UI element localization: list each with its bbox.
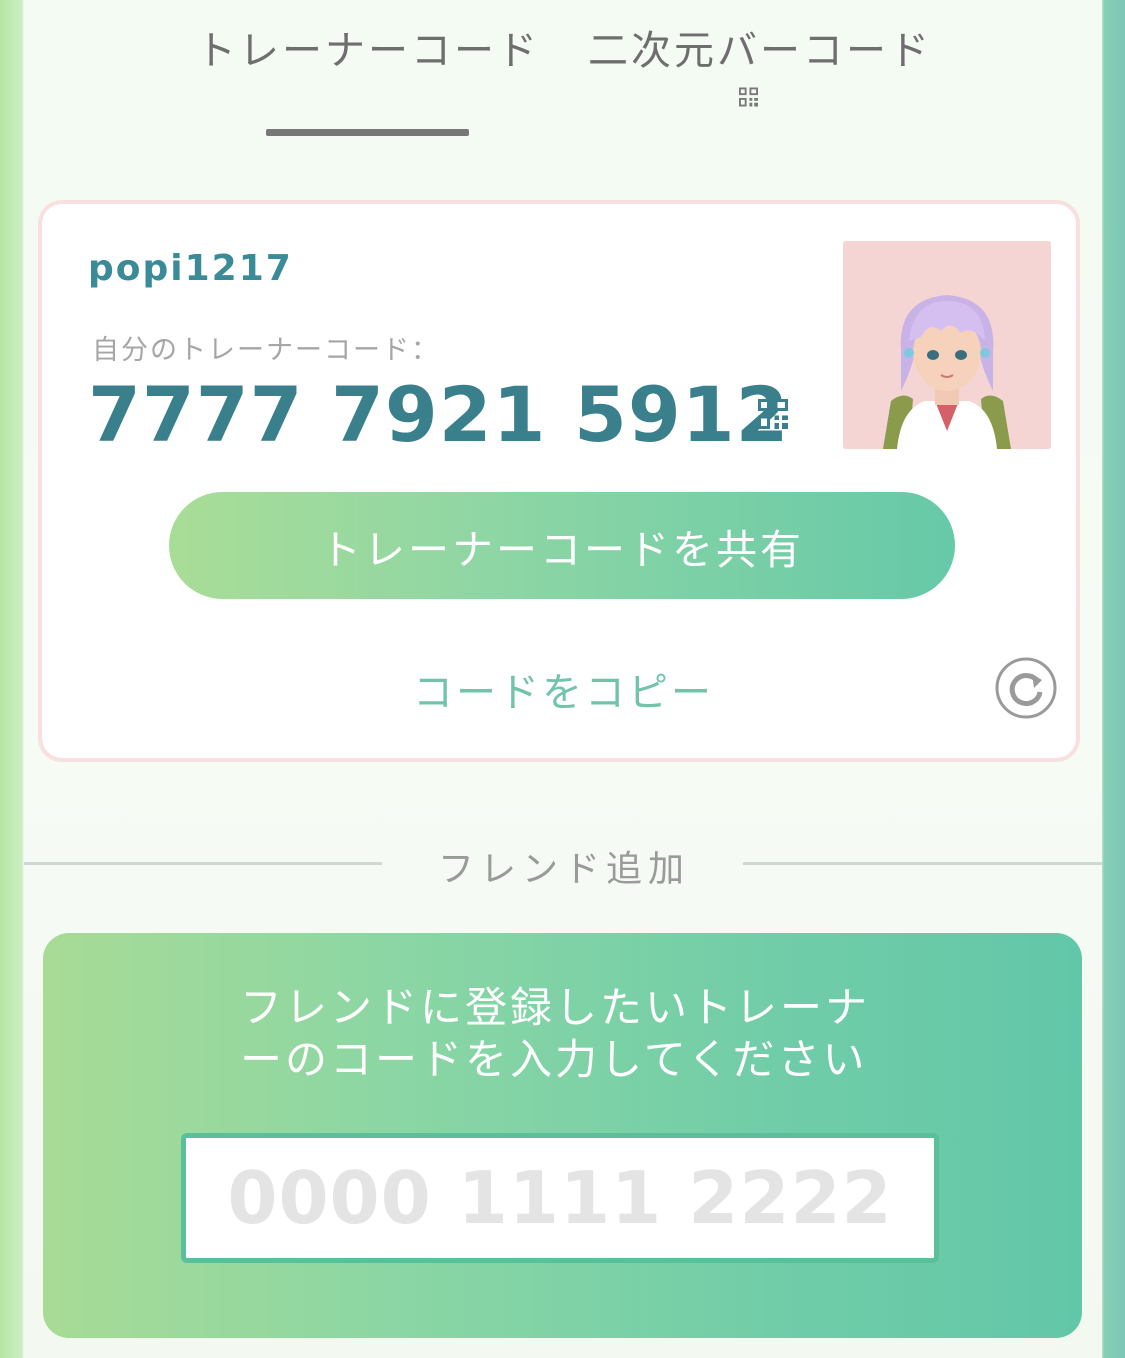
add-friend-instruction: フレンドに登録したいトレーナーのコードを入力してください <box>240 983 871 1084</box>
tab-active-indicator <box>266 129 469 136</box>
divider-line <box>24 862 382 865</box>
tab-trainer-code[interactable]: トレーナーコード <box>196 18 540 76</box>
trainer-avatar <box>843 241 1051 449</box>
divider-line <box>743 862 1102 865</box>
trainer-code-value: 7777 7921 5912 <box>88 370 790 459</box>
tab-qr-code[interactable]: 二次元バーコード <box>588 18 932 76</box>
friend-code-input[interactable] <box>181 1133 939 1263</box>
share-trainer-code-button[interactable]: トレーナーコードを共有 <box>169 492 955 599</box>
trainer-code-label: 自分のトレーナーコード： <box>92 335 440 366</box>
copy-code-link[interactable]: コードをコピー <box>413 660 714 718</box>
qr-code-icon[interactable] <box>739 79 777 115</box>
refresh-icon[interactable] <box>994 656 1058 720</box>
add-friend-section-title: フレンド追加 <box>438 849 691 890</box>
username: popi1217 <box>88 248 293 289</box>
qr-code-icon[interactable] <box>758 385 818 443</box>
